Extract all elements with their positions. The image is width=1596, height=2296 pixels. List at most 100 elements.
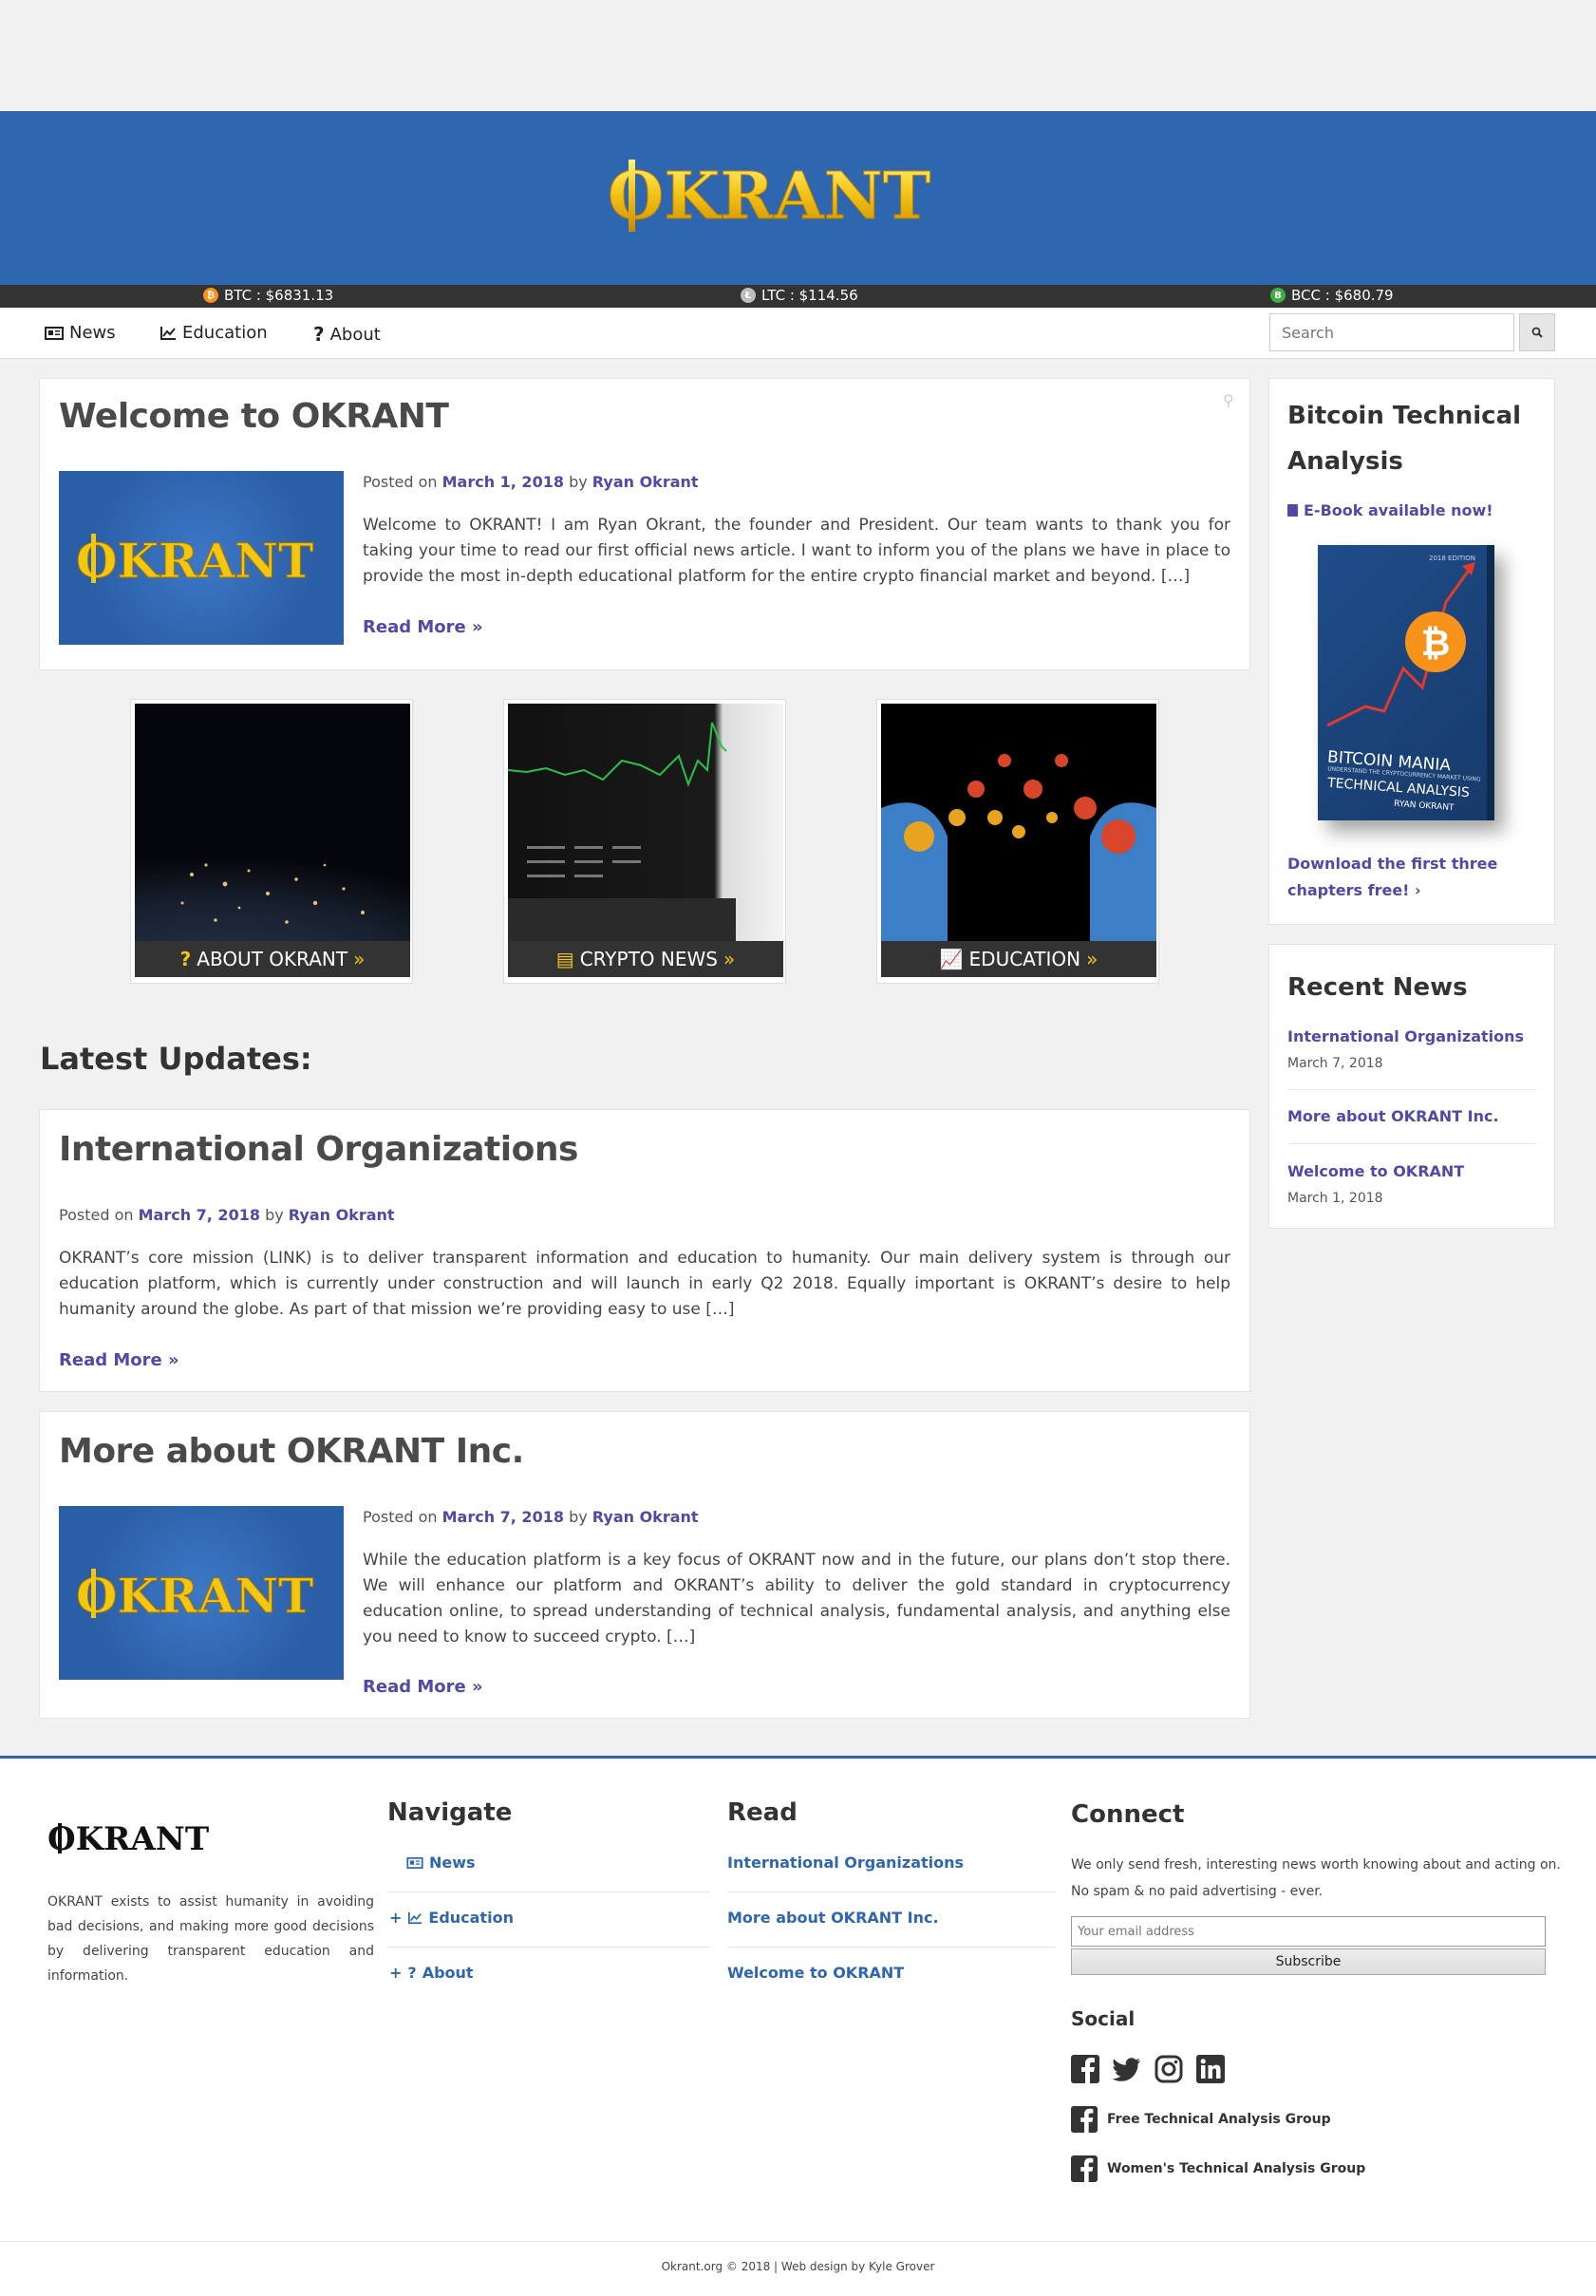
footer-navigate-heading: Navigate (387, 1798, 513, 1827)
post-read-more[interactable]: Read More » (59, 1350, 179, 1370)
free-ta-group-link[interactable]: Free Technical Analysis Group (1071, 2106, 1331, 2133)
newspaper-icon (45, 326, 64, 340)
footer-read-link[interactable]: Welcome to OKRANT (727, 1964, 904, 1982)
post-title[interactable]: International Organizations (59, 1130, 578, 1169)
double-chevron-icon: » (353, 948, 366, 970)
line-chart-icon (408, 1911, 422, 1924)
footer-nav-news[interactable]: News (406, 1854, 476, 1872)
download-chapters-link[interactable]: Download the first three chapters free! … (1287, 851, 1515, 904)
divider (727, 1947, 1056, 1948)
recent-news-heading: Recent News (1287, 973, 1468, 1002)
ltc-ticker: Ł LTC : $114.56 (741, 287, 858, 304)
btc-ticker: ₿ BTC : $6831.13 (203, 287, 333, 304)
footer-connect-heading: Connect (1071, 1800, 1185, 1829)
tile-crypto-news[interactable]: ▤ CRYPTO NEWS » (503, 699, 786, 984)
recent-news-link[interactable]: Welcome to OKRANT (1287, 1162, 1464, 1180)
featured-post-excerpt: Welcome to OKRANT! I am Ryan Okrant, the… (363, 516, 1230, 586)
tile-about-okrant[interactable]: ? ABOUT OKRANT » (130, 699, 413, 984)
pin-icon: ⚲ (1223, 391, 1234, 409)
divider (727, 1891, 1056, 1892)
book-icon (1287, 504, 1298, 517)
btc-icon: ₿ (203, 288, 218, 303)
footer-divider (0, 2241, 1596, 2242)
post-author[interactable]: Ryan Okrant (289, 1206, 395, 1224)
search-button[interactable] (1519, 313, 1555, 351)
featured-post-author[interactable]: Ryan Okrant (592, 473, 699, 491)
book-widget-heading: Bitcoin Technical Analysis (1287, 402, 1522, 476)
footer-about-text: OKRANT exists to assist humanity in avoi… (47, 1894, 374, 1984)
post-author[interactable]: Ryan Okrant (592, 1508, 699, 1526)
question-icon: ? (407, 1964, 417, 1982)
recent-news-date: March 1, 2018 (1287, 1191, 1383, 1206)
post-meta: Posted on March 7, 2018 by Ryan Okrant (363, 1508, 699, 1526)
earth-image (135, 704, 410, 941)
double-chevron-icon: » (1086, 948, 1098, 970)
connect-text: We only send fresh, interesting news wor… (1071, 1857, 1561, 1873)
post-title[interactable]: More about OKRANT Inc. (59, 1432, 524, 1471)
price-ticker: ₿ BTC : $6831.13 Ł LTC : $114.56 B BCC :… (0, 285, 1596, 308)
svg-text:OKRANT: OKRANT (608, 160, 930, 232)
gears-heads-image (881, 704, 1156, 941)
post-excerpt: While the education platform is a key fo… (363, 1551, 1230, 1647)
post-read-more[interactable]: Read More » (363, 1677, 483, 1697)
line-chart-icon: 📈 (939, 948, 964, 970)
recent-news-link[interactable]: More about OKRANT Inc. (1287, 1107, 1499, 1125)
double-chevron-icon: » (723, 948, 736, 970)
divider (387, 1891, 710, 1892)
post-date[interactable]: March 7, 2018 (442, 1508, 564, 1526)
nav-news[interactable]: News (45, 323, 116, 343)
question-icon: ? (313, 323, 325, 346)
post-meta: Posted on March 7, 2018 by Ryan Okrant (59, 1206, 395, 1224)
question-icon: ? (179, 948, 192, 970)
featured-read-more[interactable]: Read More » (363, 617, 483, 637)
facebook-icon[interactable] (1071, 2055, 1099, 2083)
post-date[interactable]: March 7, 2018 (139, 1206, 260, 1224)
womens-ta-group-link[interactable]: Women's Technical Analysis Group (1071, 2155, 1365, 2182)
connect-text: No spam & no paid advertising - ever. (1071, 1884, 1324, 1899)
featured-post-title[interactable]: Welcome to OKRANT (59, 397, 449, 436)
svg-text:OKRANT: OKRANT (76, 533, 313, 587)
facebook-icon (1071, 2106, 1098, 2133)
subscribe-button[interactable]: Subscribe (1071, 1948, 1546, 1975)
newspaper-icon (406, 1856, 423, 1869)
footer-logo[interactable]: OKRANT (47, 1819, 218, 1857)
divider (1287, 1089, 1536, 1090)
featured-post-meta: Posted on March 1, 2018 by Ryan Okrant (363, 473, 699, 491)
linkedin-icon[interactable] (1196, 2055, 1225, 2083)
instagram-icon[interactable] (1155, 2055, 1183, 2083)
trading-screen-image (508, 704, 783, 941)
divider (1287, 1143, 1536, 1144)
featured-post-thumbnail[interactable]: OKRANT (59, 471, 344, 645)
search-icon (1531, 327, 1543, 338)
tile-education[interactable]: 📈 EDUCATION » (876, 699, 1159, 984)
footer-read-link[interactable]: More about OKRANT Inc. (727, 1909, 939, 1927)
footer-nav-about[interactable]: + ? About (389, 1964, 474, 1982)
twitter-icon[interactable] (1113, 2055, 1141, 2083)
copyright-text: Okrant.org © 2018 | Web design by Kyle G… (661, 2260, 935, 2273)
book-cover-image[interactable]: 2018 EDITION ₿ BITCOIN MANIA UNDERSTAND … (1318, 545, 1494, 820)
post-thumbnail[interactable]: OKRANT (59, 1506, 344, 1680)
ltc-icon: Ł (741, 288, 756, 303)
svg-text:OKRANT: OKRANT (47, 1820, 209, 1857)
footer (0, 1759, 1596, 2296)
featured-post-date[interactable]: March 1, 2018 (442, 473, 564, 491)
footer-read-heading: Read (727, 1798, 798, 1827)
search-input[interactable] (1269, 313, 1514, 351)
footer-read-link[interactable]: International Organizations (727, 1854, 964, 1872)
social-heading: Social (1071, 2007, 1136, 2030)
line-chart-icon (160, 326, 176, 340)
latest-updates-heading: Latest Updates: (40, 1041, 312, 1077)
nav-education[interactable]: Education (160, 323, 268, 343)
bcc-ticker: B BCC : $680.79 (1270, 287, 1394, 304)
recent-news-date: March 7, 2018 (1287, 1056, 1383, 1071)
footer-nav-education[interactable]: + Education (389, 1909, 514, 1927)
recent-news-link[interactable]: International Organizations (1287, 1027, 1524, 1045)
divider (387, 1947, 710, 1948)
ebook-link[interactable]: E-Book available now! (1287, 501, 1493, 519)
svg-text:₿: ₿ (1421, 622, 1451, 664)
svg-text:OKRANT: OKRANT (76, 1568, 313, 1622)
email-field[interactable] (1071, 1916, 1546, 1947)
nav-about[interactable]: ? About (313, 323, 381, 346)
okrant-logo[interactable]: OKRANT (608, 160, 991, 232)
facebook-icon (1071, 2155, 1098, 2182)
